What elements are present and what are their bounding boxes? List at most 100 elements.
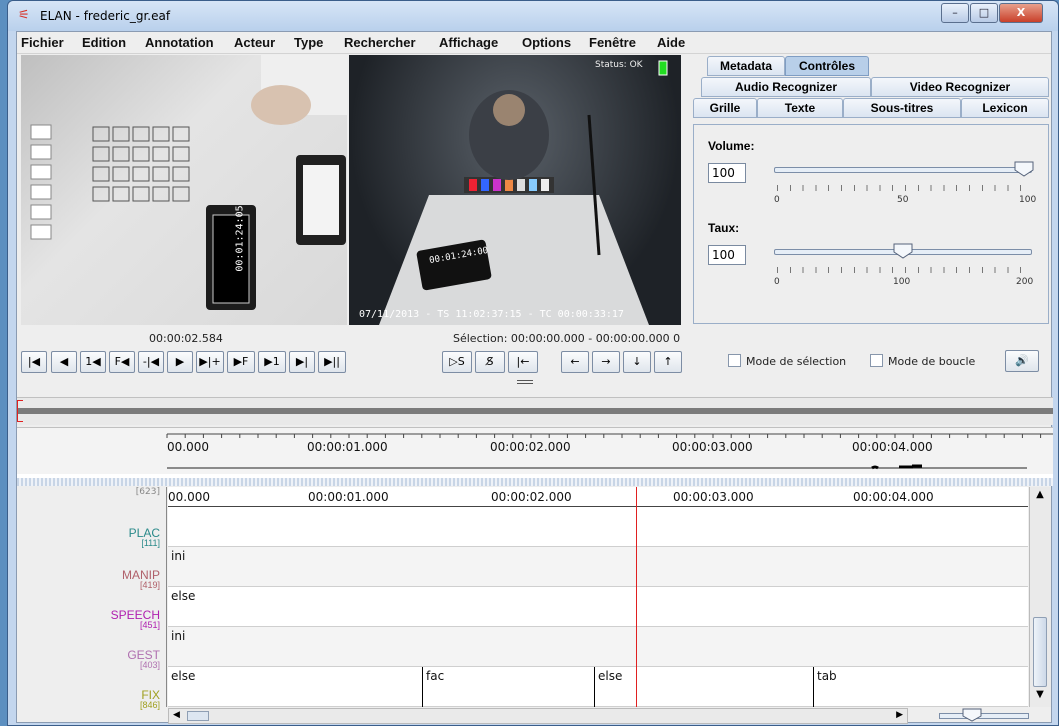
- previous-pixel-button[interactable]: -|◀: [138, 351, 164, 373]
- tier-row-manip[interactable]: ini: [168, 547, 1028, 587]
- volume-tick-0: 0: [774, 195, 780, 205]
- loop-mode-checkbox[interactable]: [870, 354, 883, 367]
- scroll-thumb[interactable]: [1033, 617, 1047, 687]
- wave-ruler-1: 00:00:01.000: [307, 440, 388, 454]
- tier-splitter[interactable]: [17, 478, 1053, 486]
- annotation-fix-3[interactable]: tab: [817, 669, 837, 683]
- video-right[interactable]: Status: OK 00:01:24:00 07/11/2013 - TS 1…: [349, 55, 681, 325]
- go-to-end-button[interactable]: ▶||: [318, 351, 346, 373]
- timeline-overview[interactable]: [17, 397, 1053, 425]
- previous-second-button[interactable]: 1◀: [80, 351, 106, 373]
- tier-row-speech[interactable]: else: [168, 587, 1028, 627]
- selection-info: Sélection: 00:00:00.000 - 00:00:00.000 0: [453, 332, 681, 345]
- overview-bar: [17, 408, 1053, 414]
- controls-panel: Volume: 100 0 50 100 Taux: 100 0 100 200: [693, 124, 1049, 324]
- hscroll-thumb[interactable]: [187, 711, 209, 721]
- horizontal-scrollbar[interactable]: ◀ ▶: [168, 708, 908, 724]
- annotation-speech-0[interactable]: else: [171, 589, 195, 603]
- tab-sous-titres[interactable]: Sous-titres: [843, 98, 961, 118]
- tier-count-plac: [111]: [141, 538, 160, 548]
- go-to-begin-button[interactable]: |◀: [21, 351, 47, 373]
- menu-rechercher[interactable]: Rechercher: [344, 35, 416, 50]
- annotation-boundary: [422, 667, 423, 707]
- vertical-scrollbar[interactable]: ▲ ▼: [1029, 487, 1051, 707]
- maximize-button[interactable]: □: [970, 3, 998, 23]
- annotation-gest-0[interactable]: ini: [171, 629, 185, 643]
- annotation-above-button[interactable]: ↑: [654, 351, 682, 373]
- tab-controles[interactable]: Contrôles: [785, 56, 869, 76]
- annotation-fix-1[interactable]: fac: [426, 669, 444, 683]
- volume-ticks: [777, 185, 1033, 191]
- clear-selection-button[interactable]: S̸: [475, 351, 505, 373]
- minimize-button[interactable]: –: [941, 3, 969, 23]
- tab-video-recognizer[interactable]: Video Recognizer: [871, 77, 1049, 97]
- next-annotation-button[interactable]: →: [592, 351, 620, 373]
- menu-fenetre[interactable]: Fenêtre: [589, 35, 636, 50]
- tier-label-fix[interactable]: FIX [846]: [140, 689, 160, 710]
- annotation-area[interactable]: 00.000 00:00:01.000 00:00:02.000 00:00:0…: [168, 487, 1028, 707]
- menu-type[interactable]: Type: [294, 35, 323, 50]
- window-title: ELAN - frederic_gr.eaf: [40, 9, 171, 23]
- tier-label-gest[interactable]: GEST [403]: [127, 649, 160, 670]
- top-tier-count: [623]: [135, 487, 160, 497]
- ann-ruler-4: 00:00:04.000: [853, 490, 934, 504]
- tier-row-gest[interactable]: ini: [168, 627, 1028, 667]
- annotation-fix-2[interactable]: else: [598, 669, 622, 683]
- volume-field[interactable]: 100: [708, 163, 746, 183]
- tier-label-plac[interactable]: PLAC [111]: [129, 527, 160, 548]
- tier-count-speech: [451]: [139, 620, 160, 630]
- tab-grille[interactable]: Grille: [693, 98, 757, 118]
- close-button[interactable]: X: [999, 3, 1043, 23]
- menu-annotation[interactable]: Annotation: [145, 35, 214, 50]
- annotation-below-button[interactable]: ↓: [623, 351, 651, 373]
- next-second-button[interactable]: ▶1: [258, 351, 286, 373]
- selection-boundary-button[interactable]: |←: [508, 351, 538, 373]
- menu-edition[interactable]: Edition: [82, 35, 126, 50]
- tab-texte[interactable]: Texte: [757, 98, 843, 118]
- volume-slider-thumb[interactable]: [1014, 161, 1034, 177]
- tier-label-speech[interactable]: SPEECH [451]: [111, 609, 160, 630]
- previous-scrollview-button[interactable]: ◀: [51, 351, 77, 373]
- rate-label: Taux:: [708, 221, 740, 235]
- video-timestamp-overlay: 07/11/2013 - TS 11:02:37:15 - TC 00:00:3…: [359, 309, 624, 320]
- rate-slider-thumb[interactable]: [893, 243, 913, 259]
- volume-track[interactable]: [774, 167, 1032, 173]
- play-button[interactable]: ▶: [167, 351, 193, 373]
- previous-frame-button[interactable]: F◀: [109, 351, 135, 373]
- previous-annotation-button[interactable]: ←: [561, 351, 589, 373]
- menu-aide[interactable]: Aide: [657, 35, 685, 50]
- menu-affichage[interactable]: Affichage: [439, 35, 498, 50]
- zoom-slider[interactable]: [939, 713, 1029, 719]
- rate-field[interactable]: 100: [708, 245, 746, 265]
- tier-row-fix[interactable]: else fac else tab: [168, 667, 1028, 707]
- annotation-manip-0[interactable]: ini: [171, 549, 185, 563]
- tab-lexicon[interactable]: Lexicon: [961, 98, 1049, 118]
- scroll-up-icon[interactable]: ▲: [1032, 489, 1048, 505]
- elan-window: ⚟ ELAN - frederic_gr.eaf – □ X Fichier E…: [7, 0, 1059, 726]
- splitter-handle[interactable]: [517, 380, 533, 384]
- selection-mode-checkbox[interactable]: [728, 354, 741, 367]
- waveform-viewer[interactable]: 00.000 00:00:01.000 00:00:02.000 00:00:0…: [17, 427, 1053, 478]
- title-bar: ⚟ ELAN - frederic_gr.eaf – □ X: [8, 1, 1058, 31]
- play-selection-button[interactable]: ▷S: [442, 351, 472, 373]
- menu-options[interactable]: Options: [522, 35, 571, 50]
- scroll-right-icon[interactable]: ▶: [896, 710, 903, 720]
- tier-labels: [623] PLAC [111] MANIP [419] SPEECH [451] G…: [17, 487, 167, 710]
- tab-audio-recognizer[interactable]: Audio Recognizer: [701, 77, 871, 97]
- zoom-slider-thumb[interactable]: [962, 708, 982, 722]
- scroll-down-icon[interactable]: ▼: [1032, 689, 1048, 705]
- tab-metadata[interactable]: Metadata: [707, 56, 785, 76]
- tier-row-plac[interactable]: [168, 507, 1028, 547]
- next-scrollview-button[interactable]: ▶|: [289, 351, 315, 373]
- tier-label-manip[interactable]: MANIP [419]: [122, 569, 160, 590]
- next-pixel-button[interactable]: ▶|+: [196, 351, 224, 373]
- volume-icon[interactable]: 🔊: [1005, 350, 1039, 372]
- volume-label: Volume:: [708, 139, 755, 153]
- tier-count-manip: [419]: [139, 580, 160, 590]
- annotation-fix-0[interactable]: else: [171, 669, 195, 683]
- menu-fichier[interactable]: Fichier: [21, 35, 64, 50]
- scroll-left-icon[interactable]: ◀: [173, 710, 180, 720]
- menu-acteur[interactable]: Acteur: [234, 35, 275, 50]
- video-left[interactable]: 00:01:24:05: [21, 55, 347, 325]
- next-frame-button[interactable]: ▶F: [227, 351, 255, 373]
